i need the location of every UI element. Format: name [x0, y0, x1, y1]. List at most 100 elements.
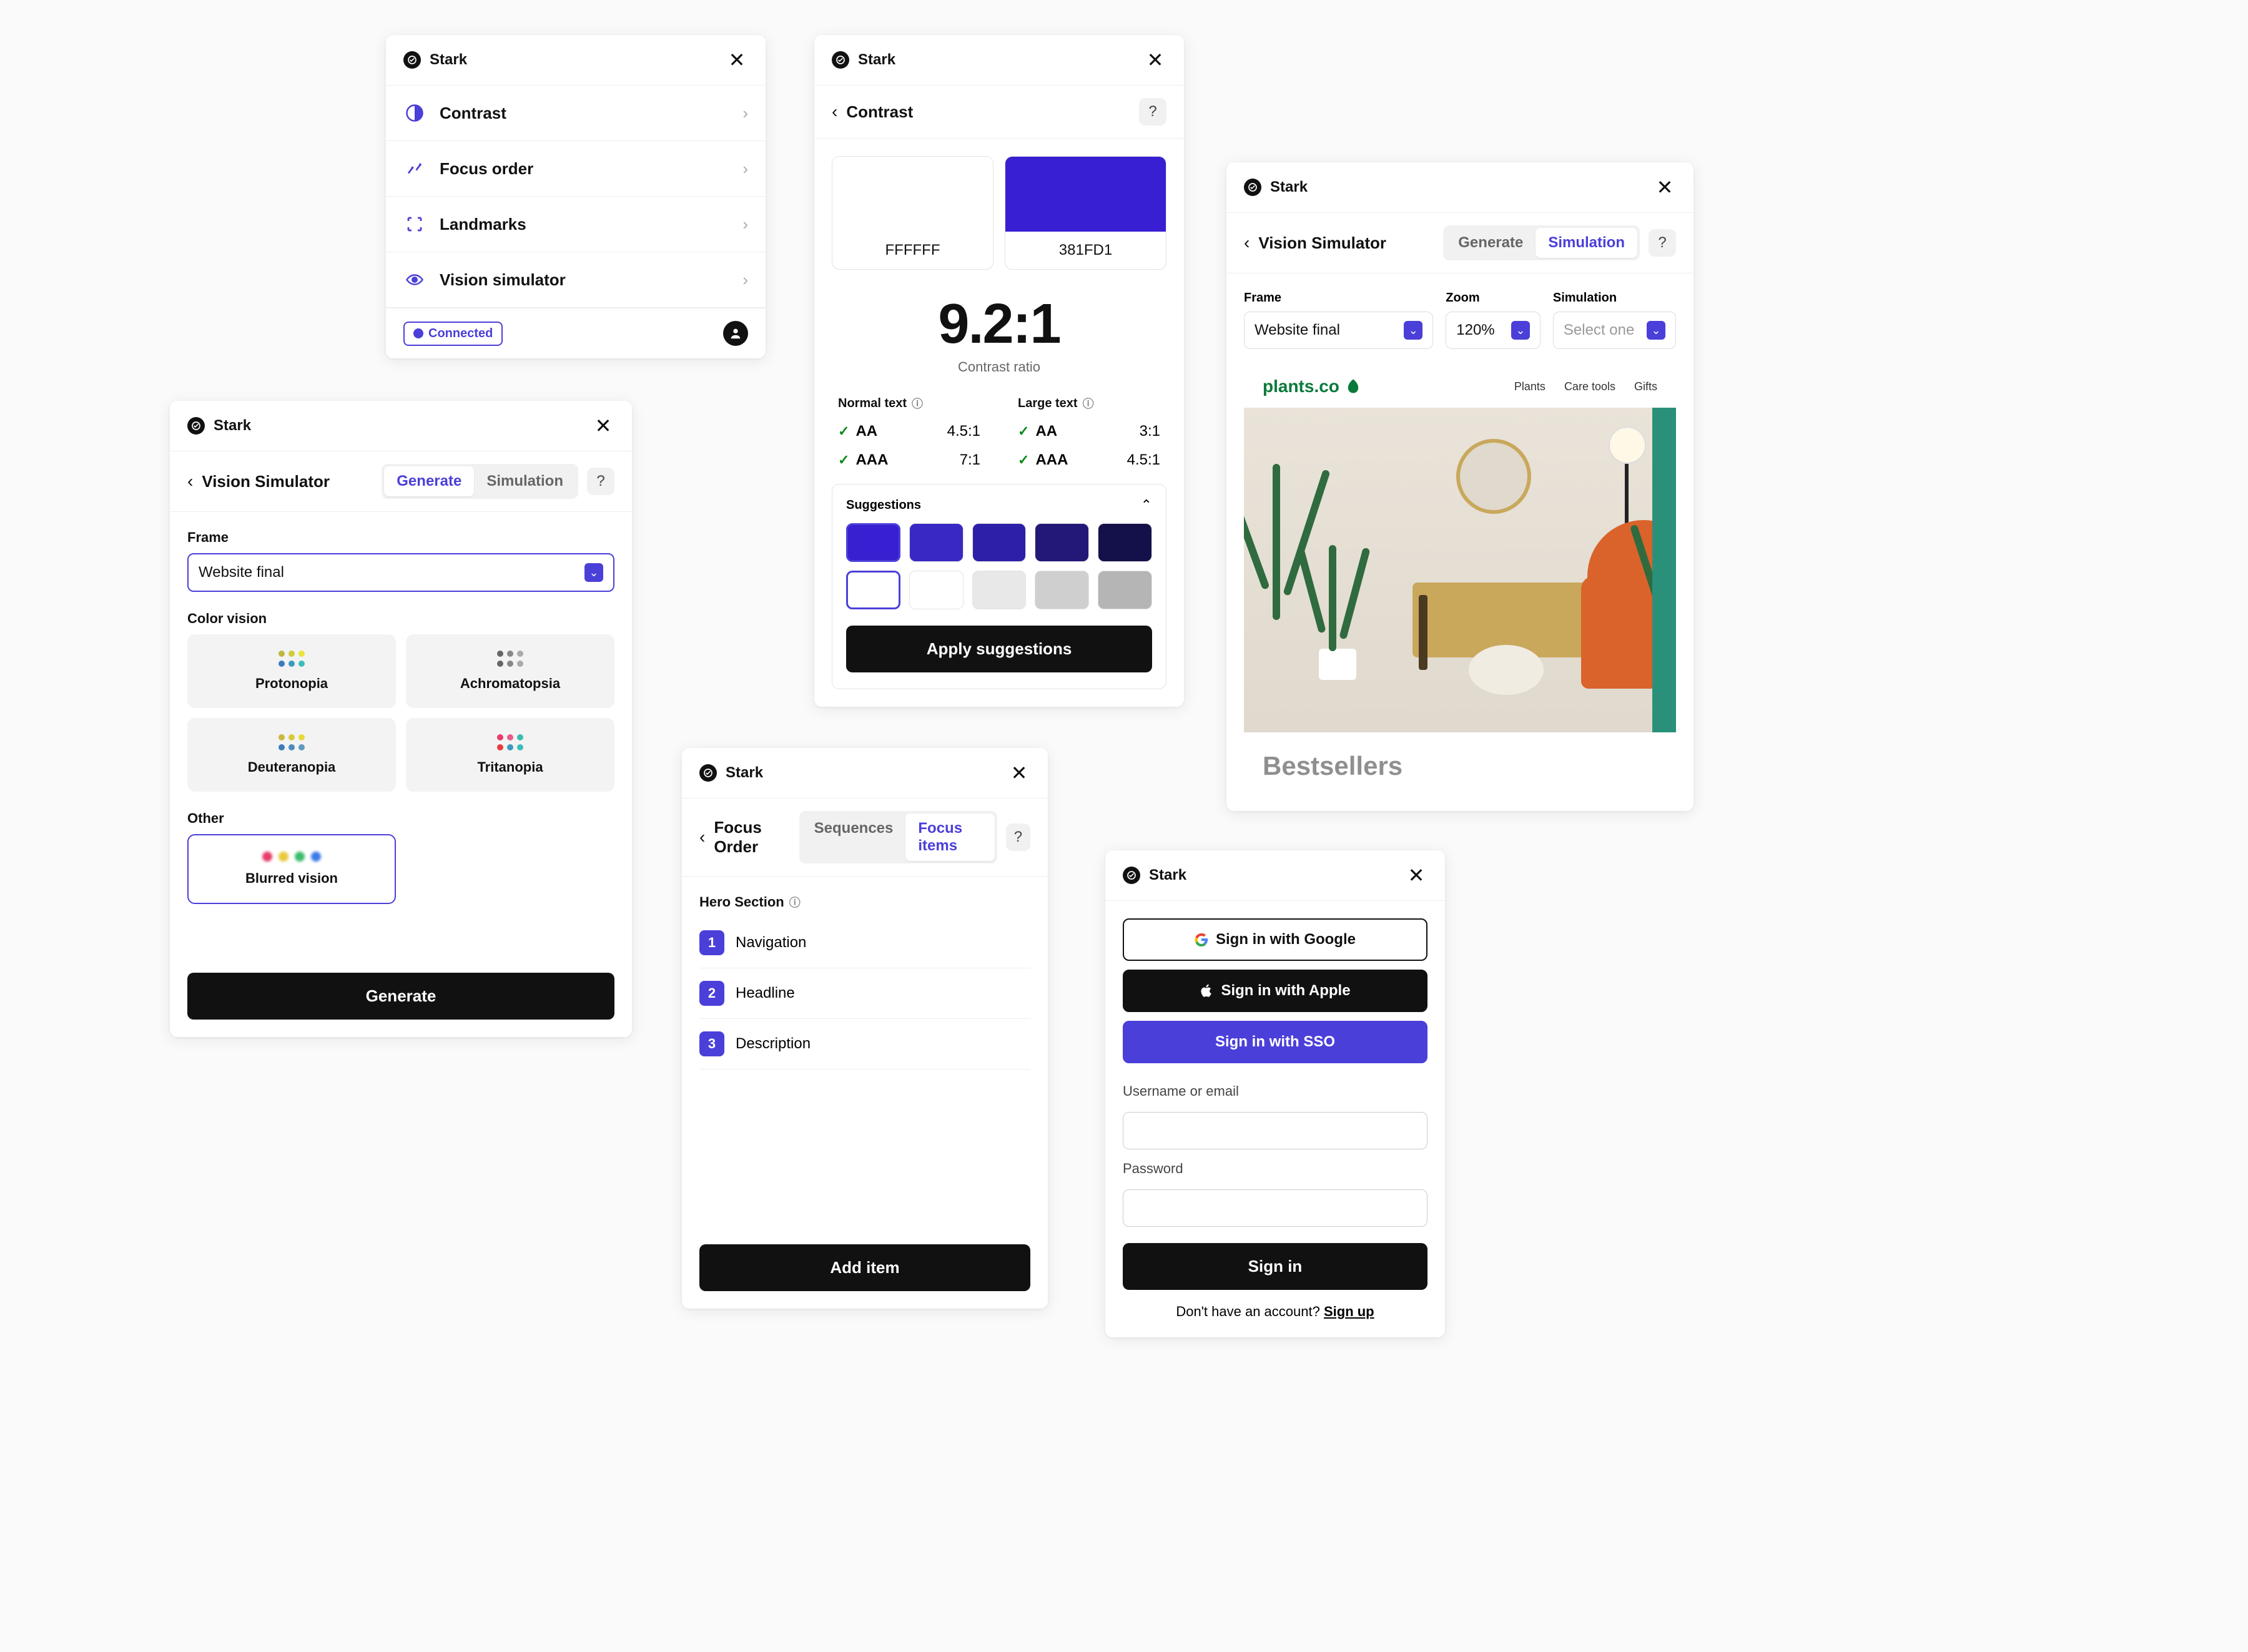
close-icon[interactable]: ✕ [726, 49, 748, 71]
select-caret-icon: ⌄ [1647, 321, 1665, 340]
contrast-panel: Stark ✕ ‹ Contrast ? FFFFFF 381FD1 9.2:1… [814, 35, 1184, 707]
connected-badge: Connected [403, 322, 503, 346]
tab-generate[interactable]: Generate [384, 466, 474, 496]
close-icon[interactable]: ✕ [1654, 176, 1676, 199]
fg-hex: FFFFFF [832, 232, 993, 269]
suggestion-swatch[interactable] [972, 523, 1027, 562]
panel-header: Stark ✕ [814, 35, 1184, 86]
tab-simulation[interactable]: Simulation [1536, 228, 1637, 258]
foreground-swatch[interactable]: FFFFFF [832, 156, 993, 270]
tritanopia-icon [497, 734, 523, 750]
achromatopsia-icon [497, 651, 523, 667]
signin-google-button[interactable]: Sign in with Google [1123, 918, 1427, 961]
chevron-up-icon[interactable]: ⌃ [1141, 497, 1152, 513]
bg-hex: 381FD1 [1005, 232, 1166, 269]
suggestion-swatch[interactable] [1098, 523, 1152, 562]
suggestion-swatch[interactable] [846, 523, 900, 562]
select-caret-icon: ⌄ [1404, 321, 1422, 340]
info-icon[interactable]: ⓘ [1083, 395, 1094, 411]
check-icon: ✓ [1018, 423, 1029, 440]
signup-link[interactable]: Sign up [1324, 1304, 1374, 1319]
brand-title: Stark [726, 764, 763, 782]
suggestion-swatch[interactable] [1035, 523, 1089, 562]
zoom-value: 120% [1456, 322, 1494, 339]
suggestion-swatch[interactable] [909, 571, 964, 609]
focus-order-icon [403, 157, 426, 180]
help-icon[interactable]: ? [1649, 229, 1676, 257]
suggestion-swatch[interactable] [1035, 571, 1089, 609]
vision-simulator-generate-panel: Stark ✕ ‹ Vision Simulator Generate Simu… [170, 401, 632, 1037]
focus-number-badge: 2 [699, 981, 724, 1006]
frame-select[interactable]: Website final ⌄ [187, 553, 614, 592]
frame-select[interactable]: Website final ⌄ [1244, 312, 1433, 349]
zoom-select[interactable]: 120% ⌄ [1446, 312, 1541, 349]
generate-button[interactable]: Generate [187, 973, 614, 1020]
google-label: Sign in with Google [1216, 931, 1356, 948]
help-icon[interactable]: ? [587, 468, 614, 495]
card-deuteranopia[interactable]: Deuteranopia [187, 718, 396, 792]
frame-value: Website final [1255, 322, 1340, 339]
tool-row-vision-simulator[interactable]: Vision simulator › [386, 252, 766, 308]
suggestion-swatch[interactable] [846, 571, 900, 609]
apply-suggestions-button[interactable]: Apply suggestions [846, 626, 1152, 672]
tool-row-contrast[interactable]: Contrast › [386, 86, 766, 141]
contrast-ratio-caption: Contrast ratio [832, 359, 1166, 375]
tool-row-focus-order[interactable]: Focus order › [386, 141, 766, 197]
tab-group: Generate Simulation [1443, 225, 1640, 260]
tab-sequences[interactable]: Sequences [802, 814, 906, 861]
close-icon[interactable]: ✕ [1008, 762, 1030, 784]
large-aa-row: ✓AA 3:1 [1018, 423, 1160, 440]
signin-apple-button[interactable]: Sign in with Apple [1123, 970, 1427, 1012]
avatar-icon[interactable] [723, 321, 748, 346]
vision-simulator-preview-panel: Stark ✕ ‹ Vision Simulator Generate Simu… [1226, 162, 1693, 811]
add-item-button[interactable]: Add item [699, 1244, 1030, 1291]
protonopia-icon [279, 651, 305, 667]
card-tritanopia[interactable]: Tritanopia [406, 718, 614, 792]
simulation-select[interactable]: Select one ⌄ [1553, 312, 1676, 349]
tab-simulation[interactable]: Simulation [474, 466, 576, 496]
zoom-label: Zoom [1446, 291, 1541, 305]
focus-item[interactable]: 1Navigation [699, 918, 1030, 968]
info-icon[interactable]: ⓘ [789, 894, 801, 910]
simulation-label: Simulation [1553, 291, 1676, 305]
page-title: Vision Simulator [202, 472, 330, 491]
connected-dot-icon [413, 328, 423, 338]
tab-group: Sequences Focus items [799, 811, 997, 863]
back-icon[interactable]: ‹ [832, 102, 837, 122]
brand-title: Stark [214, 417, 251, 435]
suggestion-swatch[interactable] [909, 523, 964, 562]
card-achromatopsia[interactable]: Achromatopsia [406, 634, 614, 708]
suggestion-swatch[interactable] [972, 571, 1027, 609]
normal-aaa-row: ✓AAA 7:1 [838, 451, 980, 469]
back-icon[interactable]: ‹ [187, 471, 193, 491]
back-icon[interactable]: ‹ [1244, 233, 1250, 253]
help-icon[interactable]: ? [1006, 824, 1030, 851]
signin-sso-button[interactable]: Sign in with SSO [1123, 1021, 1427, 1063]
frame-label: Frame [1244, 291, 1433, 305]
username-input[interactable] [1123, 1112, 1427, 1149]
close-icon[interactable]: ✕ [592, 415, 614, 437]
brand-title: Stark [1270, 179, 1308, 196]
tab-focus-items[interactable]: Focus items [905, 814, 994, 861]
panel-header: Stark ✕ [1105, 850, 1445, 901]
tab-generate[interactable]: Generate [1446, 228, 1536, 258]
close-icon[interactable]: ✕ [1144, 49, 1166, 71]
help-icon[interactable]: ? [1139, 98, 1166, 125]
normal-text-label: Normal textⓘ [838, 395, 980, 411]
card-blurred-vision[interactable]: Blurred vision [187, 834, 396, 904]
card-protonopia[interactable]: Protonopia [187, 634, 396, 708]
tool-row-landmarks[interactable]: Landmarks › [386, 197, 766, 252]
hero-image [1244, 408, 1676, 732]
focus-item[interactable]: 3Description [699, 1019, 1030, 1069]
close-icon[interactable]: ✕ [1405, 864, 1427, 887]
signin-button[interactable]: Sign in [1123, 1243, 1427, 1290]
focus-item[interactable]: 2Headline [699, 968, 1030, 1019]
large-aaa-row: ✓AAA 4.5:1 [1018, 451, 1160, 469]
back-icon[interactable]: ‹ [699, 827, 705, 847]
card-label: Protonopia [255, 676, 328, 692]
password-input[interactable] [1123, 1189, 1427, 1227]
info-icon[interactable]: ⓘ [912, 395, 923, 411]
background-swatch[interactable]: 381FD1 [1005, 156, 1166, 270]
suggestion-swatch[interactable] [1098, 571, 1152, 609]
suggestions-label: Suggestions [846, 498, 921, 513]
